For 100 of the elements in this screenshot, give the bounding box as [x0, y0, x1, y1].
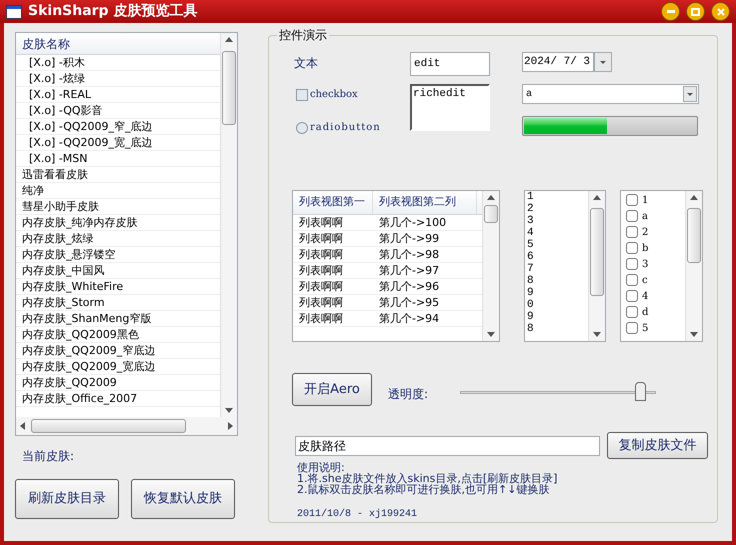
slider-thumb[interactable] [635, 382, 646, 400]
list-box-item[interactable]: 8 [527, 323, 588, 335]
date-field[interactable]: 2024/ 7/ 3 [522, 52, 594, 72]
checkbox-label: a [642, 210, 648, 224]
scrollbar[interactable] [685, 191, 702, 341]
skin-list-item[interactable]: 内存皮肤_QQ2009_窄底边 [16, 343, 220, 359]
list-box-item[interactable]: 0 [527, 299, 588, 311]
scroll-thumb[interactable] [30, 419, 186, 433]
checkbox[interactable] [626, 226, 638, 238]
skin-list-item[interactable]: 内存皮肤_QQ2009黑色 [16, 327, 220, 343]
scroll-thumb[interactable] [590, 208, 604, 296]
list-box-item[interactable]: 6 [527, 251, 588, 263]
list-box-item[interactable]: 5 [527, 239, 588, 251]
column-header[interactable]: 列表视图第一 [293, 191, 373, 214]
table-cell-text: 列表啊啊 [298, 295, 344, 310]
skin-path-field[interactable]: 皮肤路径 [295, 436, 600, 456]
checkbox-label: 1 [642, 194, 648, 208]
scroll-down-icon[interactable] [225, 408, 233, 413]
button[interactable]: 刷新皮肤目录 [15, 479, 119, 519]
minimize-button[interactable] [661, 2, 680, 21]
list-box-item[interactable]: 9 [527, 287, 588, 299]
checkbox-label: 3 [642, 258, 648, 272]
scroll-thumb[interactable] [687, 208, 701, 263]
skin-list-item[interactable]: 内存皮肤_QQ2009 [16, 375, 220, 391]
group-title: 控件演示 [277, 27, 329, 43]
skin-list-item[interactable]: [X.o] -积木 [16, 55, 220, 71]
scroll-up-icon[interactable] [225, 37, 233, 42]
skin-list-item[interactable]: 彗星小助手皮肤 [16, 199, 220, 215]
window-icon [6, 4, 22, 18]
checkbox[interactable] [626, 258, 638, 270]
checkbox-label: checkbox [310, 88, 358, 102]
list-box-item[interactable]: 8 [527, 275, 588, 287]
table-cell-text: 列表啊啊 [298, 231, 344, 246]
list-box-item[interactable]: 4 [527, 227, 588, 239]
skin-list-item[interactable]: 内存皮肤_纯净内存皮肤 [16, 215, 220, 231]
combo-box[interactable]: a [522, 84, 699, 104]
checkbox[interactable] [296, 88, 308, 100]
scroll-up-icon[interactable] [593, 195, 601, 200]
checkbox[interactable] [626, 210, 638, 222]
table-cell-text: 第几个->96 [378, 279, 440, 294]
table-cell-text: 第几个->100 [378, 215, 448, 230]
skin-list-item[interactable]: 内存皮肤_WhiteFire [16, 279, 220, 295]
scroll-down-icon[interactable] [593, 332, 601, 337]
edit-field[interactable]: edit [410, 52, 490, 76]
checkbox[interactable] [626, 194, 638, 206]
checkbox-label: c [642, 274, 648, 288]
instruction-text: 1.将.she皮肤文件放入skins目录,点击[刷新皮肤目录] [297, 473, 558, 484]
skin-list-item[interactable]: [X.o] -MSN [16, 151, 220, 167]
skin-list-item[interactable]: 内存皮肤_Storm [16, 295, 220, 311]
radio-label: radiobutton [310, 121, 381, 135]
skin-list-item[interactable]: [X.o] -QQ影音 [16, 103, 220, 119]
list-box-item[interactable]: 2 [527, 203, 588, 215]
scrollbar[interactable] [588, 191, 605, 341]
instruction-text: 2.鼠标双击皮肤名称即可进行换肤,也可用↑↓键换肤 [297, 484, 550, 495]
checkbox[interactable] [626, 290, 638, 302]
caret-icon [687, 92, 693, 96]
skin-list-item[interactable]: [X.o] -REAL [16, 87, 220, 103]
radio-button[interactable] [296, 122, 308, 134]
table-cell-text: 列表啊啊 [298, 215, 344, 230]
skin-list-item[interactable]: 内存皮肤_QQ2009_宽底边 [16, 359, 220, 375]
skin-list-item[interactable]: [X.o] -QQ2009_宽_底边 [16, 135, 220, 151]
scroll-thumb[interactable] [222, 51, 236, 125]
opacity-slider[interactable] [460, 382, 656, 402]
skin-list-item[interactable]: 纯净 [16, 183, 220, 199]
scroll-up-icon[interactable] [487, 195, 495, 200]
table-cell-text: 列表啊啊 [298, 247, 344, 262]
skin-list-item[interactable]: 内存皮肤_炫绿 [16, 231, 220, 247]
skin-list-item[interactable]: 内存皮肤_ShanMeng窄版 [16, 311, 220, 327]
scroll-thumb[interactable] [484, 205, 498, 223]
scrollbar[interactable] [482, 191, 499, 341]
checkbox[interactable] [626, 322, 638, 334]
checkbox-label: 5 [642, 322, 648, 336]
button[interactable]: 恢复默认皮肤 [131, 479, 235, 519]
skin-list-item[interactable]: 迅雷看看皮肤 [16, 167, 220, 183]
scroll-down-icon[interactable] [487, 332, 495, 337]
maximize-button[interactable] [686, 2, 705, 21]
date-dropdown-button[interactable] [594, 52, 612, 72]
scroll-up-icon[interactable] [690, 195, 698, 200]
checkbox[interactable] [626, 242, 638, 254]
rich-edit-field[interactable]: richedit [410, 84, 490, 131]
list-box-item[interactable]: 3 [527, 215, 588, 227]
button[interactable]: 开启Aero [292, 373, 372, 406]
button[interactable]: 复制皮肤文件 [607, 432, 708, 459]
skin-list-item[interactable]: [X.o] -炫绿 [16, 71, 220, 87]
horizontal-scrollbar[interactable] [16, 417, 237, 435]
checkbox[interactable] [626, 274, 638, 286]
footer-text: 2011/10/8 - xj199241 [297, 508, 418, 522]
skin-list-item[interactable]: [X.o] -QQ2009_窄_底边 [16, 119, 220, 135]
list-box-item[interactable]: 1 [527, 191, 588, 203]
skin-list-item[interactable]: 内存皮肤_悬浮镂空 [16, 247, 220, 263]
checkbox-label: b [642, 242, 648, 256]
skin-list-item[interactable]: 内存皮肤_中国风 [16, 263, 220, 279]
skin-list-item[interactable]: 内存皮肤_Office_2007 [16, 391, 220, 407]
close-button[interactable] [711, 2, 730, 21]
scroll-down-icon[interactable] [690, 332, 698, 337]
list-box-item[interactable]: 9 [527, 311, 588, 323]
checkbox[interactable] [626, 306, 638, 318]
column-header[interactable]: 列表视图第二列 [373, 191, 477, 214]
scrollbar[interactable] [220, 33, 237, 417]
list-box-item[interactable]: 7 [527, 263, 588, 275]
